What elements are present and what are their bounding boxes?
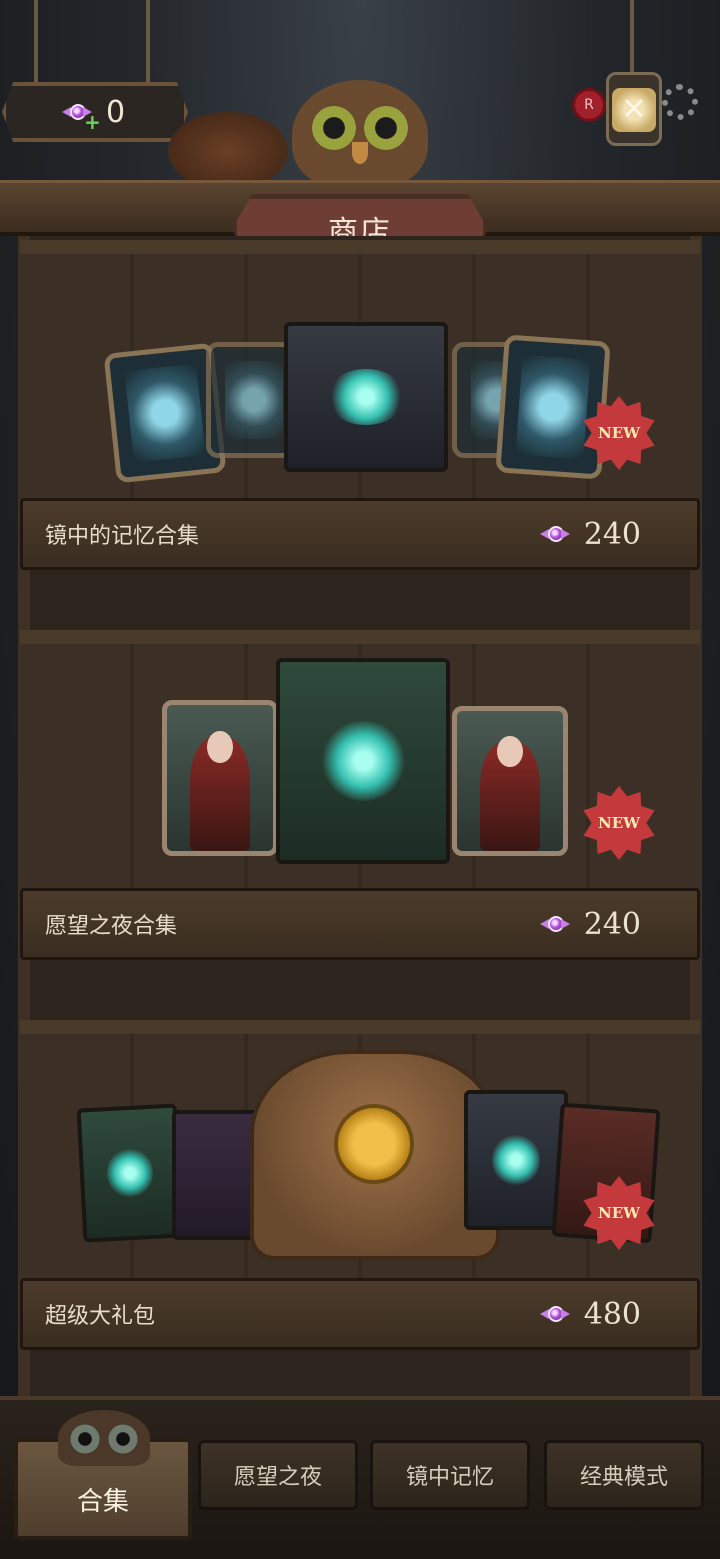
bundle-bag [250,1050,500,1260]
shelf-plank-wishing-night[interactable]: 愿望之夜合集 240 [20,888,700,960]
lantern-rope [630,0,634,72]
candy-icon [539,522,570,546]
currency-value: 0 [106,94,126,130]
price-value: 240 [583,516,641,552]
bundle-name: 愿望之夜合集 [45,914,178,939]
character-portrait [452,706,568,856]
bundle-name: 镜中的记忆合集 [45,524,200,549]
tab-classic-mode[interactable]: 经典模式 [544,1440,704,1510]
shelf-plank-mirror-memory[interactable]: 镜中的记忆合集 240 [20,498,700,570]
close-icon[interactable]: ✕ [612,88,656,132]
card-item [495,334,611,480]
shelf-mirror-memory[interactable]: NEW 镜中的记忆合集 240 [20,240,700,570]
character-portrait [162,700,278,856]
gear-icon [662,84,698,120]
seal-icon: R [572,88,606,122]
plus-icon[interactable]: + [84,110,101,134]
book-wishing-night [76,1103,184,1243]
owl-icon [58,1410,150,1466]
hanging-rope [146,0,150,82]
tab-label: 经典模式 [579,1465,668,1490]
price-value: 240 [583,906,641,942]
shelf-super-bundle[interactable]: NEW 超级大礼包 480 [20,1020,700,1350]
book-wishing-night [276,658,450,864]
shelf-wishing-night[interactable]: NEW 愿望之夜合集 240 [20,630,700,960]
candy-icon [539,912,570,936]
candy-icon [539,1302,570,1326]
pumpkin-decoration [168,112,288,190]
tab-label: 愿望之夜 [233,1465,322,1490]
tab-label: 合集 [76,1487,129,1517]
price-tag: 240 [539,906,641,942]
bundle-name: 超级大礼包 [45,1304,156,1329]
price-tag: 480 [539,1296,641,1332]
tab-mirror-memory[interactable]: 镜中记忆 [370,1440,530,1510]
owl-decoration [292,80,428,190]
price-tag: 240 [539,516,641,552]
tab-label: 镜中记忆 [405,1465,494,1490]
book-mirror-memory [284,322,448,472]
shelf-plank-super-bundle[interactable]: 超级大礼包 480 [20,1278,700,1350]
price-value: 480 [583,1296,641,1332]
tab-wishing-night[interactable]: 愿望之夜 [198,1440,358,1510]
hanging-rope [34,0,38,82]
